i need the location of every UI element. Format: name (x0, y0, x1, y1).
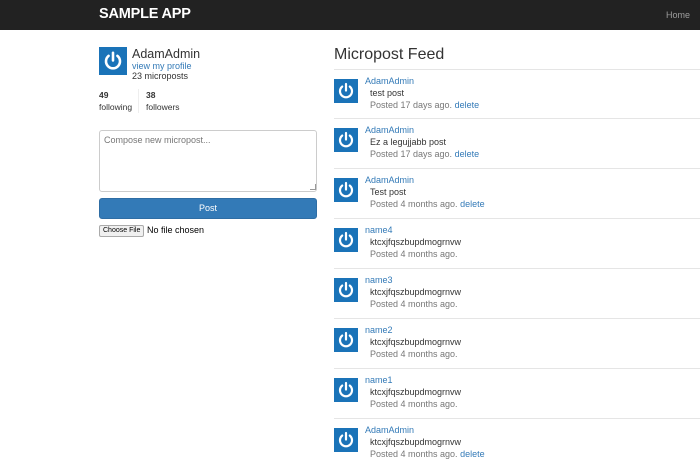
gravatar-power-icon (334, 228, 358, 252)
gravatar-power-icon (334, 128, 358, 152)
following-label[interactable]: following (99, 102, 132, 112)
feed-content: ktcxjfqszbupdmogrnvw (370, 237, 462, 247)
feed-item: name3 ktcxjfqszbupdmogrnvw Posted 4 mont… (334, 268, 700, 318)
feed-timestamp: Posted 4 months ago. (370, 399, 458, 409)
feed-title: Micropost Feed (334, 46, 445, 63)
gravatar-power-icon (99, 47, 127, 75)
gravatar-power-icon (334, 278, 358, 302)
feed-user-link[interactable]: name2 (365, 325, 393, 335)
feed-user-link[interactable]: AdamAdmin (365, 125, 414, 135)
post-button[interactable]: Post (99, 198, 317, 219)
feed-item: AdamAdmin ktcxjfqszbupdmogrnvw Posted 4 … (334, 418, 700, 467)
gravatar-power-icon (334, 428, 358, 452)
feed-user-link[interactable]: name4 (365, 225, 393, 235)
feed-item: AdamAdmin Ez a legujjabb post Posted 17 … (334, 118, 700, 168)
feed-content: ktcxjfqszbupdmogrnvw (370, 337, 462, 347)
feed-avatar[interactable] (334, 128, 358, 152)
delete-link[interactable]: delete (455, 149, 480, 159)
feed-content: Ez a legujjabb post (370, 137, 447, 147)
nav-home-link[interactable]: Home (666, 10, 690, 20)
delete-link[interactable]: delete (460, 199, 485, 209)
textarea-resize-handle[interactable] (310, 184, 316, 190)
micropost-input[interactable] (99, 130, 317, 192)
delete-link[interactable]: delete (455, 100, 480, 110)
feed-avatar[interactable] (334, 328, 358, 352)
followers-label[interactable]: followers (146, 102, 180, 112)
feed-avatar[interactable] (334, 378, 358, 402)
feed-timestamp: Posted 4 months ago. delete (370, 199, 485, 209)
feed-timestamp: Posted 17 days ago. delete (370, 100, 480, 110)
feed-timestamp: Posted 17 days ago. delete (370, 149, 480, 159)
feed-item: name1 ktcxjfqszbupdmogrnvw Posted 4 mont… (334, 368, 700, 418)
gravatar-power-icon (334, 378, 358, 402)
feed-timestamp: Posted 4 months ago. delete (370, 449, 485, 459)
stats-divider (138, 89, 139, 113)
following-count[interactable]: 49 (99, 90, 108, 100)
feed-user-link[interactable]: name1 (365, 375, 393, 385)
feed-avatar[interactable] (334, 79, 358, 103)
feed-item: name4 ktcxjfqszbupdmogrnvw Posted 4 mont… (334, 218, 700, 268)
feed-content: ktcxjfqszbupdmogrnvw (370, 437, 462, 447)
feed-timestamp: Posted 4 months ago. (370, 249, 458, 259)
followers-count[interactable]: 38 (146, 90, 155, 100)
feed-avatar[interactable] (334, 228, 358, 252)
delete-link[interactable]: delete (460, 449, 485, 459)
feed-user-link[interactable]: AdamAdmin (365, 175, 414, 185)
feed-user-link[interactable]: name3 (365, 275, 393, 285)
feed-user-link[interactable]: AdamAdmin (365, 425, 414, 435)
file-status: No file chosen (147, 225, 205, 235)
gravatar-power-icon (334, 178, 358, 202)
feed-content: test post (370, 88, 405, 98)
feed-content: ktcxjfqszbupdmogrnvw (370, 387, 462, 397)
feed-content: ktcxjfqszbupdmogrnvw (370, 287, 462, 297)
feed-avatar[interactable] (334, 278, 358, 302)
feed-timestamp: Posted 4 months ago. (370, 299, 458, 309)
choose-file-button[interactable]: Choose File (99, 225, 145, 237)
feed-user-link[interactable]: AdamAdmin (365, 76, 414, 86)
feed-item: AdamAdmin test post Posted 17 days ago. … (334, 69, 700, 119)
feed-content: Test post (370, 187, 407, 197)
micropost-count: 23 microposts (132, 71, 189, 81)
profile-name: AdamAdmin (132, 47, 201, 61)
feed-item: name2 ktcxjfqszbupdmogrnvw Posted 4 mont… (334, 318, 700, 368)
gravatar-power-icon (334, 328, 358, 352)
view-profile-link[interactable]: view my profile (132, 61, 192, 71)
profile-avatar[interactable] (99, 47, 127, 75)
feed-avatar[interactable] (334, 178, 358, 202)
feed-avatar[interactable] (334, 428, 358, 452)
app-logo[interactable]: SAMPLE APP (99, 6, 191, 22)
navbar: SAMPLE APP Home (0, 0, 700, 30)
feed-timestamp: Posted 4 months ago. (370, 349, 458, 359)
gravatar-power-icon (334, 79, 358, 103)
feed-item: AdamAdmin Test post Posted 4 months ago.… (334, 168, 700, 218)
